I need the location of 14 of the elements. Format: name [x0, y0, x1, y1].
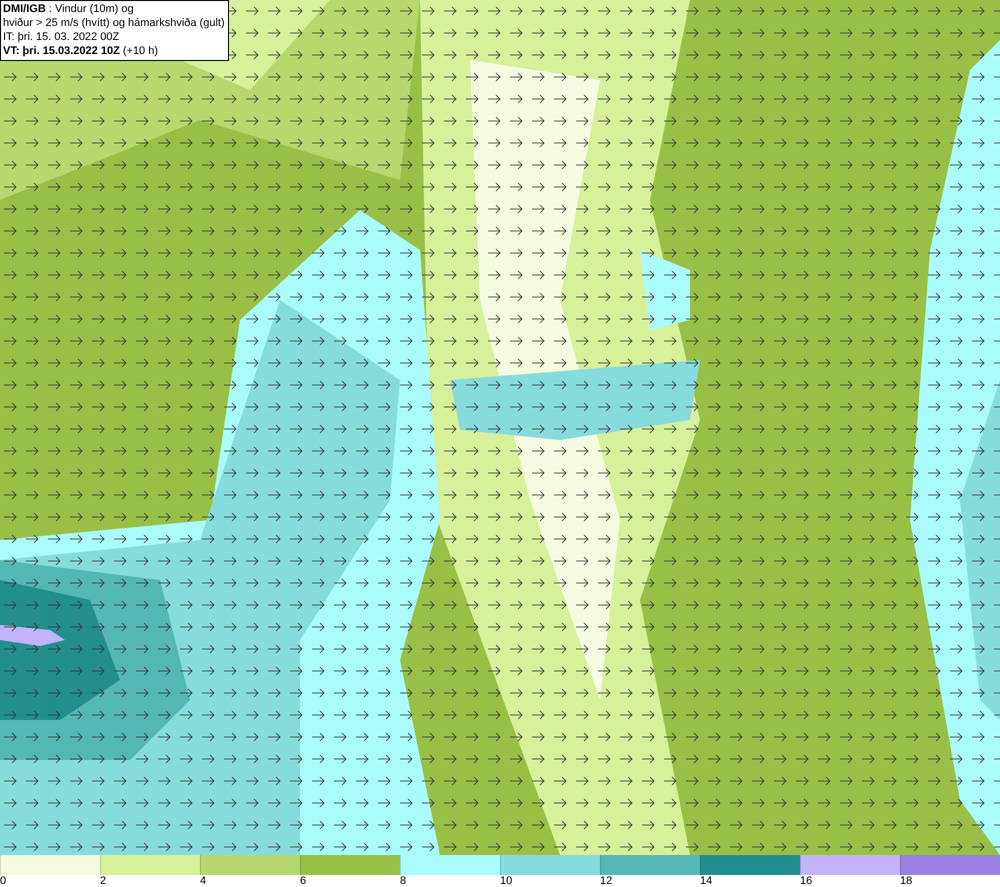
legend-label: 2 — [100, 875, 106, 887]
legend-label: 18 — [900, 875, 912, 887]
legend-label: 12 — [600, 875, 612, 887]
legend-label: 4 — [200, 875, 206, 887]
legend-label: 8 — [400, 875, 406, 887]
valid-time: VT: þri. 15.03.2022 10Z (+10 h) — [3, 44, 160, 58]
legend-label: 14 — [700, 875, 712, 887]
legend-label: 6 — [300, 875, 306, 887]
legend-label: 10 — [500, 875, 512, 887]
caption-line: hviður > 25 m/s (hvítt) og hámarkshviða (gult) — [3, 16, 225, 30]
caption-line: DMI/IGB : Vindur (10m) og — [3, 2, 135, 16]
caption-line: IT: þri. 15. 03. 2022 00Z — [3, 30, 120, 44]
legend-label: 16 — [800, 875, 812, 887]
legend-label: 0 — [0, 875, 6, 887]
